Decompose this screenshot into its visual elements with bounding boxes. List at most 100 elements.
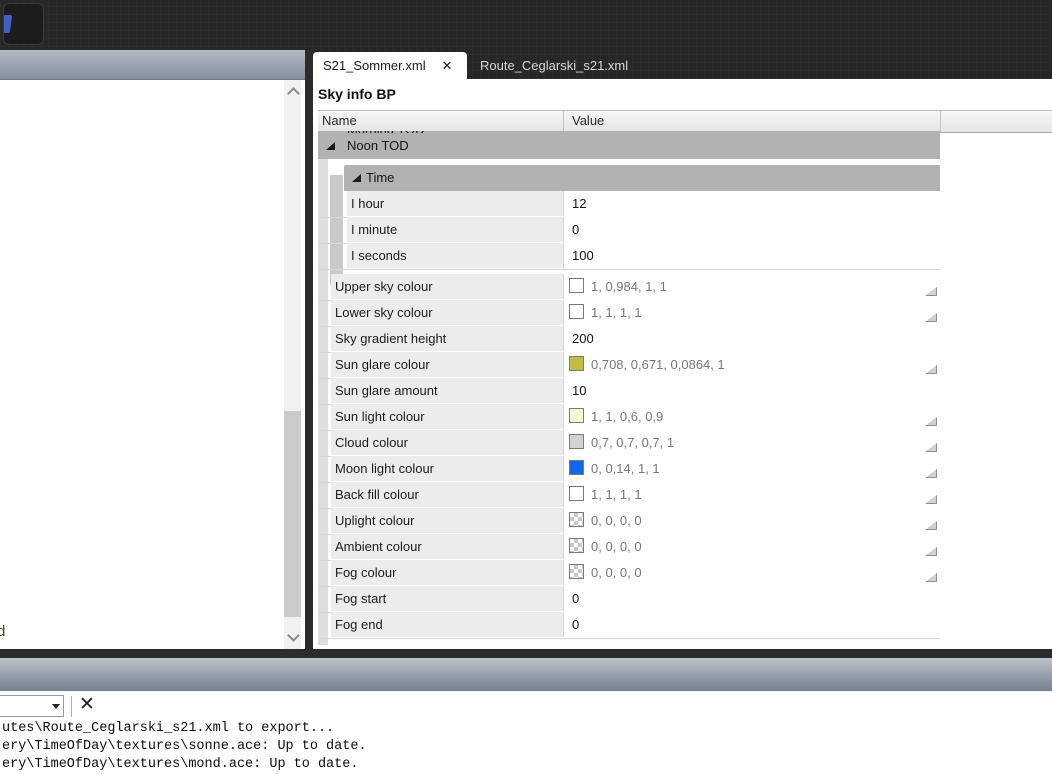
left-panel-scrollbar[interactable]	[284, 80, 301, 649]
clear-output-button[interactable]: ✕	[76, 693, 98, 717]
expander-expanded-icon[interactable]	[326, 142, 335, 150]
property-name-cell[interactable]: Fog start	[331, 586, 563, 611]
property-value-cell[interactable]: 1, 1, 1, 1	[563, 482, 941, 507]
colour-swatch[interactable]	[569, 304, 584, 319]
expand-grip-icon[interactable]	[925, 287, 937, 296]
property-value-text: 10	[572, 383, 587, 398]
tab-s21-sommer[interactable]: S21_Sommer.xml ✕	[313, 52, 467, 79]
property-name-cell[interactable]: Sun light colour	[331, 404, 563, 429]
colour-swatch[interactable]	[569, 278, 584, 293]
output-panel-header	[0, 658, 1052, 692]
property-value-cell[interactable]: 0	[563, 217, 941, 242]
property-name-cell[interactable]: Upper sky colour	[331, 274, 563, 299]
property-value-cell[interactable]: 0, 0, 0, 0	[563, 560, 941, 585]
property-row-sun-glare-amount: Sun glare amount 10	[318, 378, 941, 405]
property-row-uplight-colour: Uplight colour 0, 0, 0, 0	[318, 508, 941, 535]
property-value-cell[interactable]: 0	[563, 586, 941, 611]
property-name-cell[interactable]: I hour	[347, 191, 563, 216]
scrollbar-thumb[interactable]	[284, 411, 301, 617]
property-name-label: Ambient colour	[335, 539, 422, 554]
property-name-cell[interactable]: Sun glare colour	[331, 352, 563, 377]
property-name-cell[interactable]: Uplight colour	[331, 508, 563, 533]
expand-grip-icon[interactable]	[925, 313, 937, 322]
column-divider[interactable]	[940, 111, 941, 132]
property-name-cell[interactable]: Cloud colour	[331, 430, 563, 455]
tab-label: Route_Ceglarski_s21.xml	[480, 58, 629, 73]
scroll-up-icon[interactable]	[287, 87, 300, 100]
colour-swatch[interactable]	[569, 512, 584, 527]
left-panel-header	[0, 50, 305, 80]
expand-grip-icon[interactable]	[925, 469, 937, 478]
left-sidebar-panel: dd1	[0, 50, 305, 649]
property-name-cell[interactable]: I minute	[347, 217, 563, 242]
property-row-i-minute: I minute 0	[318, 217, 941, 244]
property-value-text: 0	[572, 617, 580, 632]
console-line: utes\Route_Ceglarski_s21.xml to export..…	[2, 721, 335, 736]
property-name-cell[interactable]: Fog end	[331, 612, 563, 637]
output-filter-combobox[interactable]	[0, 695, 64, 717]
property-row-back-fill-colour: Back fill colour 1, 1, 1, 1	[318, 482, 941, 509]
colour-swatch[interactable]	[569, 434, 584, 449]
expand-grip-icon[interactable]	[925, 495, 937, 504]
colour-swatch[interactable]	[569, 408, 584, 423]
property-value-text: 0,7, 0,7, 0,7, 1	[591, 435, 675, 450]
colour-swatch[interactable]	[569, 486, 584, 501]
category-row-noon-tod[interactable]: Noon TOD	[318, 133, 940, 159]
property-value-cell[interactable]: 1, 0,984, 1, 1	[563, 274, 941, 299]
colour-swatch[interactable]	[569, 538, 584, 553]
property-name-cell[interactable]: Back fill colour	[331, 482, 563, 507]
property-value-cell[interactable]: 0, 0, 0, 0	[563, 534, 941, 559]
property-value-cell[interactable]: 1, 1, 1, 1	[563, 300, 941, 325]
category-row-time[interactable]: Time	[318, 165, 940, 191]
expand-grip-icon[interactable]	[925, 547, 937, 556]
property-name-cell[interactable]: Moon light colour	[331, 456, 563, 481]
property-value-cell[interactable]: 10	[563, 378, 941, 403]
tab-close-icon[interactable]: ✕	[442, 59, 453, 72]
property-row-ambient-colour: Ambient colour 0, 0, 0, 0	[318, 534, 941, 561]
property-value-cell[interactable]: 0	[563, 612, 941, 637]
column-divider[interactable]	[563, 111, 564, 132]
output-console: ✕ utes\Route_Ceglarski_s21.xml to export…	[0, 692, 1052, 772]
category-bar[interactable]: Noon TOD	[318, 133, 940, 159]
bottom-splitter[interactable]	[0, 649, 1052, 658]
property-row-moon-light-colour: Moon light colour 0, 0,14, 1, 1	[318, 456, 941, 483]
expand-grip-icon[interactable]	[925, 417, 937, 426]
property-value-cell[interactable]: 200	[563, 326, 941, 351]
property-value-cell[interactable]: 12	[563, 191, 941, 216]
colour-swatch[interactable]	[569, 564, 584, 579]
property-name-cell[interactable]: Fog colour	[331, 560, 563, 585]
colour-swatch[interactable]	[569, 460, 584, 475]
property-value-cell[interactable]: 0,708, 0,671, 0,0864, 1	[563, 352, 941, 377]
category-bar[interactable]: Time	[344, 165, 940, 191]
tree-item[interactable]: d	[0, 623, 5, 640]
property-value-cell[interactable]: 0, 0,14, 1, 1	[563, 456, 941, 481]
property-name-label: Cloud colour	[335, 435, 408, 450]
property-name-label: Fog end	[335, 617, 383, 632]
scroll-down-icon[interactable]	[287, 629, 300, 642]
expand-grip-icon[interactable]	[925, 521, 937, 530]
property-value-text: 0	[572, 222, 580, 237]
tab-route-ceglarski[interactable]: Route_Ceglarski_s21.xml	[466, 52, 642, 79]
property-value-cell[interactable]: 1, 1, 0,6, 0,9	[563, 404, 941, 429]
expand-grip-icon[interactable]	[925, 443, 937, 452]
property-value-text: 0	[572, 591, 580, 606]
expand-grip-icon[interactable]	[925, 573, 937, 582]
app-menu-button[interactable]	[3, 3, 44, 45]
property-name-cell[interactable]: I seconds	[347, 243, 563, 268]
property-value-cell[interactable]: 0,7, 0,7, 0,7, 1	[563, 430, 941, 455]
property-name-cell[interactable]: Sun glare amount	[331, 378, 563, 403]
expander-expanded-icon[interactable]	[352, 174, 361, 182]
column-header-name[interactable]: Name	[322, 113, 357, 128]
property-value-cell[interactable]: 100	[563, 243, 941, 268]
colour-swatch[interactable]	[569, 356, 584, 371]
console-line: ery\TimeOfDay\textures\sonne.ace: Up to …	[2, 739, 367, 754]
panel-splitter[interactable]	[305, 50, 313, 658]
property-name-cell[interactable]: Ambient colour	[331, 534, 563, 559]
property-name-cell[interactable]: Sky gradient height	[331, 326, 563, 351]
tab-label: S21_Sommer.xml	[323, 58, 426, 73]
property-name-label: Moon light colour	[335, 461, 434, 476]
expand-grip-icon[interactable]	[925, 365, 937, 374]
property-name-cell[interactable]: Lower sky colour	[331, 300, 563, 325]
property-value-cell[interactable]: 0, 0, 0, 0	[563, 508, 941, 533]
column-header-value[interactable]: Value	[572, 113, 604, 128]
